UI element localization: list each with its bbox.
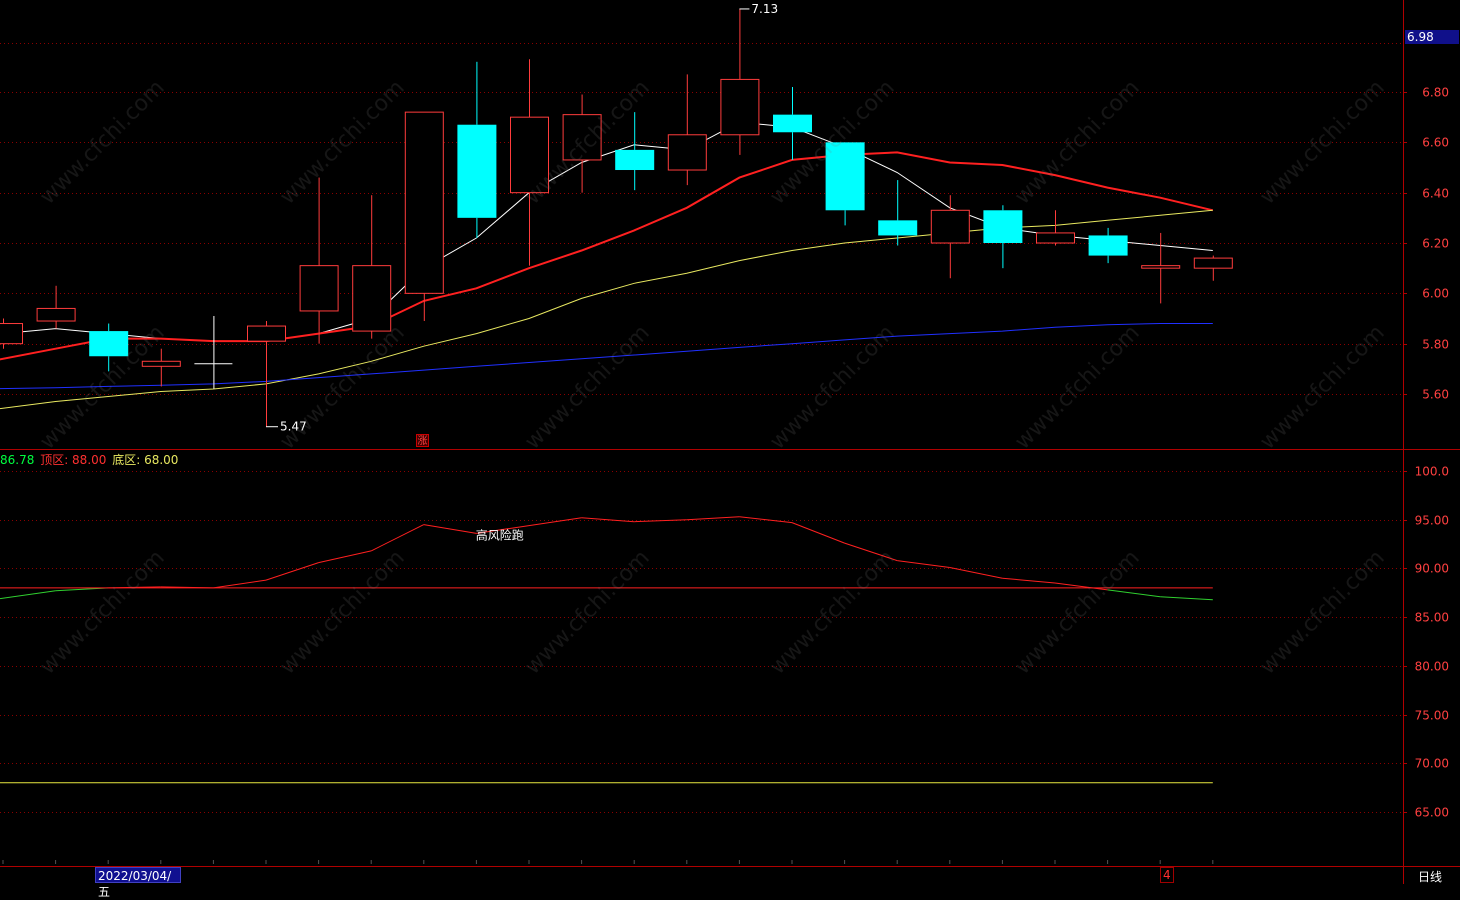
signal-label: 高风险跑 [476,528,524,543]
candle-up [1141,265,1181,269]
price-tick-label: 6.20 [1422,237,1449,251]
candle-up [667,134,707,171]
osc-tick-label: 85.00 [1415,611,1449,625]
current-price-tag: 6.98 [1405,30,1459,44]
ma60-line [0,323,1213,390]
candle-up [510,116,549,194]
candle-up [1036,232,1075,244]
candle-up [247,325,286,342]
candle-up [930,209,970,244]
footer-marker: 4 [1160,867,1174,883]
ma5-line [0,121,1213,342]
osc-line-segment [1160,596,1213,601]
top-zone-label: 顶区: 88.00 [40,453,107,467]
osc-line-segment [265,562,319,581]
candle-down [457,124,497,218]
osc-line-segment [0,590,56,600]
cursor-date: 2022/03/04/五 [95,867,181,899]
indicator-value: 86.78 [0,453,35,467]
osc-line-segment [739,516,793,524]
osc-line-segment [213,579,267,589]
price-tick-label: 6.80 [1422,86,1449,100]
osc-line-segment [949,567,1003,579]
osc-tick-label: 80.00 [1415,660,1449,674]
candle-up [299,265,339,312]
osc-line-segment [1107,589,1161,598]
osc-line-segment [1002,577,1056,584]
high-price-label: 7.13 [751,2,778,16]
price-tick-label: 6.40 [1422,187,1449,201]
osc-line-segment [897,560,950,568]
candle-up [141,360,181,367]
candle-up [1193,257,1233,269]
osc-line-segment [844,542,898,562]
price-tick-label: 6.60 [1422,136,1449,150]
period-selector[interactable]: 日线 [1418,868,1442,885]
indicator-legend: 86.78 顶区: 88.00 底区: 68.00 [0,451,180,468]
candle-down [773,114,812,133]
osc-line-segment [581,517,635,523]
price-tick-label: 5.80 [1422,338,1449,352]
osc-tick-label: 100.0 [1415,465,1449,479]
candle-up [562,114,602,161]
osc-tick-label: 65.00 [1415,806,1449,820]
low-price-label: 5.47 [280,420,307,434]
price-tick-label: 5.60 [1422,388,1449,402]
candle-down [878,220,918,236]
candle-down [825,142,865,211]
osc-line-segment [528,517,582,527]
candle-up [36,307,76,322]
osc-line-segment [318,550,372,564]
osc-tick-label: 95.00 [1415,514,1449,528]
candle-up [720,78,760,136]
osc-tick-label: 70.00 [1415,757,1449,771]
osc-line-segment [1054,582,1108,591]
candle-down [615,149,655,171]
candle-down [983,210,1023,243]
osc-tick-label: 90.00 [1415,562,1449,576]
osc-line-segment [370,524,425,552]
price-tick-label: 6.00 [1422,287,1449,301]
stock-chart[interactable]: 6.80 6.60 6.40 6.20 6.00 5.80 5.60 100.0 95.00 90… [0,0,1460,884]
bottom-zone-label: 底区: 68.00 [112,453,179,467]
candle-up [0,323,23,345]
candle-up [352,265,392,332]
osc-line-segment [791,522,845,544]
candle-down [89,331,129,357]
osc-line-segment [423,524,477,534]
candle-up [404,111,444,294]
rise-marker-icon: 涨 [416,434,429,447]
candle-down [1088,235,1128,256]
osc-line-segment [686,516,740,521]
ma10-line [0,151,1214,361]
osc-tick-label: 75.00 [1415,709,1449,723]
